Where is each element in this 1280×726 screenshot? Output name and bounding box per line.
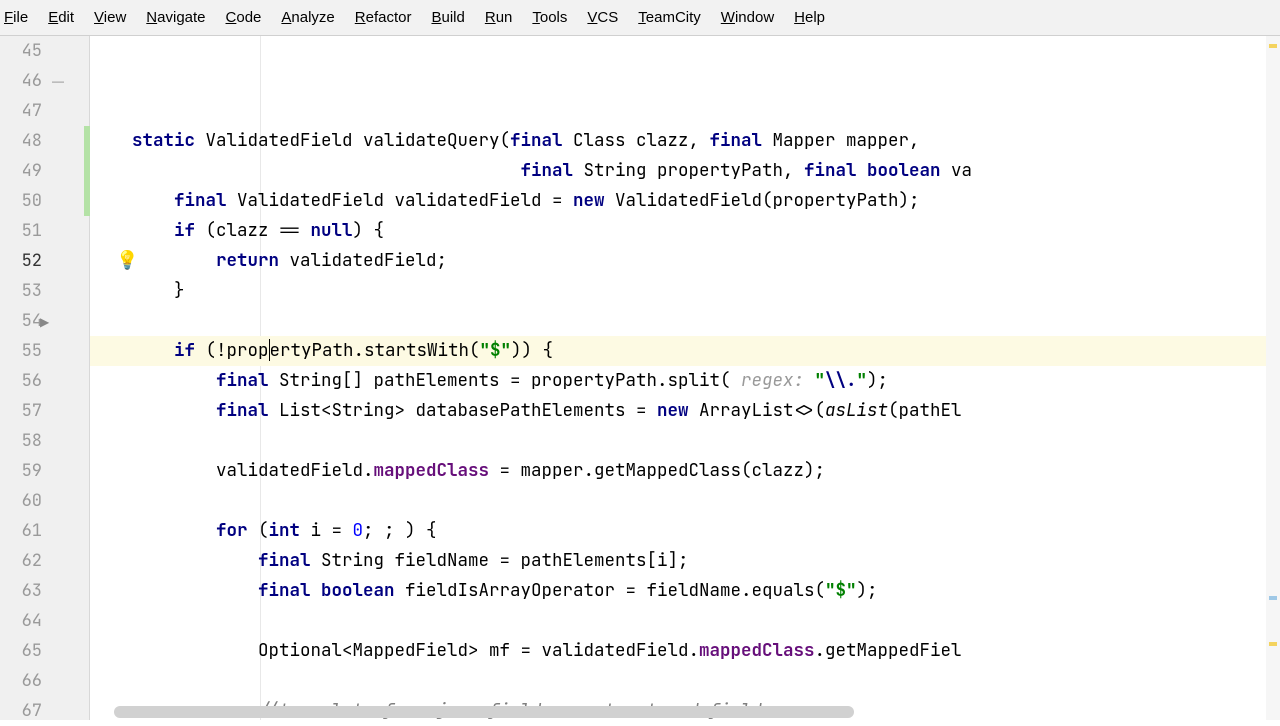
line-number[interactable]: 65: [0, 636, 48, 666]
editor: 4546474849505152535455565758596061626364…: [0, 36, 1280, 720]
code-line[interactable]: final String propertyPath, final boolean…: [90, 156, 1280, 186]
menu-tools[interactable]: Tools: [522, 3, 577, 32]
line-number[interactable]: 55: [0, 336, 48, 366]
line-number[interactable]: 48: [0, 126, 48, 156]
menu-run[interactable]: Run: [475, 3, 523, 32]
line-number[interactable]: 45: [0, 36, 48, 66]
menu-teamcity[interactable]: TeamCity: [628, 3, 711, 32]
warning-marker[interactable]: [1269, 44, 1277, 48]
fold-indicator-icon[interactable]: —: [52, 74, 82, 88]
menu-edit[interactable]: Edit: [38, 3, 84, 32]
warning-marker[interactable]: [1269, 642, 1277, 646]
horizontal-scrollbar[interactable]: [114, 706, 854, 718]
code-line[interactable]: return validatedField;: [90, 246, 1280, 276]
code-line[interactable]: [90, 666, 1280, 696]
menu-vcs[interactable]: VCS: [577, 3, 628, 32]
text-caret: [269, 339, 270, 361]
menu-refactor[interactable]: Refactor: [345, 3, 422, 32]
code-line[interactable]: [90, 606, 1280, 636]
code-line[interactable]: for (int i = 0; ; ) {: [90, 516, 1280, 546]
code-line[interactable]: if (clazz == null) {: [90, 216, 1280, 246]
menu-analyze[interactable]: Analyze: [271, 3, 344, 32]
intention-bulb-icon[interactable]: 💡: [116, 250, 138, 271]
line-number[interactable]: 56: [0, 366, 48, 396]
line-number[interactable]: 53: [0, 276, 48, 306]
fold-arrow-icon[interactable]: ▶: [40, 315, 49, 329]
line-number[interactable]: 57: [0, 396, 48, 426]
info-marker[interactable]: [1269, 596, 1277, 600]
line-number[interactable]: 63: [0, 576, 48, 606]
line-number[interactable]: 46: [0, 66, 48, 96]
code-line[interactable]: final List<String> databasePathElements …: [90, 396, 1280, 426]
line-number[interactable]: 47: [0, 96, 48, 126]
code-line[interactable]: final ValidatedField validatedField = ne…: [90, 186, 1280, 216]
menu-navigate[interactable]: Navigate: [136, 3, 215, 32]
line-number[interactable]: 59: [0, 456, 48, 486]
code-line[interactable]: if (!propertyPath.startsWith("$")) {: [90, 336, 1280, 366]
menu-window[interactable]: Window: [711, 3, 784, 32]
code-line[interactable]: Optional<MappedField> mf = validatedFiel…: [90, 636, 1280, 666]
code-line[interactable]: final String[] pathElements = propertyPa…: [90, 366, 1280, 396]
line-number[interactable]: 66: [0, 666, 48, 696]
gutter: 4546474849505152535455565758596061626364…: [0, 36, 90, 720]
line-number[interactable]: 52: [0, 246, 48, 276]
code-line[interactable]: validatedField.mappedClass = mapper.getM…: [90, 456, 1280, 486]
code-line[interactable]: [90, 486, 1280, 516]
code-line[interactable]: [90, 306, 1280, 336]
menu-bar: FileEditViewNavigateCodeAnalyzeRefactorB…: [0, 0, 1280, 36]
menu-view[interactable]: View: [84, 3, 136, 32]
line-number[interactable]: 64: [0, 606, 48, 636]
menu-code[interactable]: Code: [216, 3, 272, 32]
code-line[interactable]: final String fieldName = pathElements[i]…: [90, 546, 1280, 576]
line-number[interactable]: 50: [0, 186, 48, 216]
code-line[interactable]: }: [90, 276, 1280, 306]
code-pane[interactable]: static ValidatedField validateQuery(fina…: [90, 36, 1280, 720]
line-number[interactable]: 62: [0, 546, 48, 576]
code-line[interactable]: final boolean fieldIsArrayOperator = fie…: [90, 576, 1280, 606]
code-line[interactable]: static ValidatedField validateQuery(fina…: [90, 126, 1280, 156]
line-numbers: 4546474849505152535455565758596061626364…: [0, 36, 48, 726]
menu-build[interactable]: Build: [421, 3, 474, 32]
line-number[interactable]: 60: [0, 486, 48, 516]
line-number[interactable]: 61: [0, 516, 48, 546]
menu-help[interactable]: Help: [784, 3, 835, 32]
line-number[interactable]: 58: [0, 426, 48, 456]
code-line[interactable]: [90, 426, 1280, 456]
line-number[interactable]: 49: [0, 156, 48, 186]
line-number[interactable]: 51: [0, 216, 48, 246]
scrollbar-thumb[interactable]: [114, 706, 854, 718]
menu-file[interactable]: File: [4, 3, 38, 32]
error-stripe[interactable]: [1266, 36, 1280, 720]
line-number[interactable]: 67: [0, 696, 48, 726]
